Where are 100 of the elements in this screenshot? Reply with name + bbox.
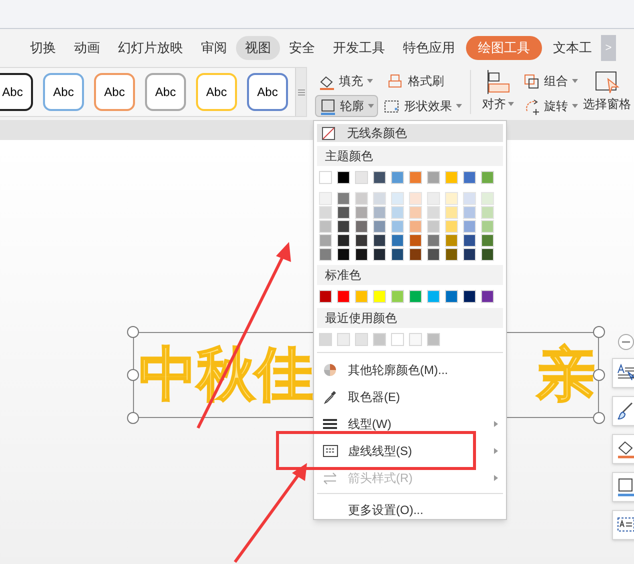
color-swatch[interactable] — [337, 192, 350, 205]
color-swatch[interactable] — [427, 333, 440, 346]
resize-handle[interactable] — [127, 412, 139, 424]
ribbon-button[interactable]: 旋转 — [520, 95, 581, 117]
tab[interactable]: 视图 — [236, 36, 280, 60]
color-swatch[interactable] — [319, 192, 332, 205]
color-swatch[interactable] — [481, 171, 494, 184]
color-swatch[interactable] — [355, 333, 368, 346]
color-swatch[interactable] — [337, 234, 350, 247]
color-swatch[interactable] — [409, 234, 422, 247]
resize-handle[interactable] — [127, 326, 139, 338]
floating-tool-button[interactable] — [612, 434, 634, 464]
color-swatch[interactable] — [409, 290, 422, 303]
menu-item[interactable]: 无线条颜色 — [317, 124, 503, 142]
color-swatch[interactable] — [355, 192, 368, 205]
color-swatch[interactable] — [427, 192, 440, 205]
color-swatch[interactable] — [337, 290, 350, 303]
tab[interactable]: 审阅 — [192, 36, 236, 60]
style-preset[interactable]: Abc — [145, 73, 186, 111]
ribbon-button[interactable]: 填充 — [315, 70, 376, 92]
color-swatch[interactable] — [427, 171, 440, 184]
color-swatch[interactable] — [481, 234, 494, 247]
color-swatch[interactable] — [445, 192, 458, 205]
style-preset[interactable]: Abc — [247, 73, 288, 111]
color-swatch[interactable] — [337, 333, 350, 346]
tab[interactable]: 动画 — [65, 36, 109, 60]
menu-item[interactable]: 其他轮廓颜色(M)... — [314, 356, 506, 383]
collapse-button[interactable] — [618, 334, 634, 350]
color-swatch[interactable] — [337, 220, 350, 233]
color-swatch[interactable] — [463, 220, 476, 233]
color-swatch[interactable] — [391, 220, 404, 233]
color-swatch[interactable] — [481, 192, 494, 205]
color-swatch[interactable] — [463, 234, 476, 247]
color-swatch[interactable] — [445, 171, 458, 184]
color-swatch[interactable] — [373, 248, 386, 261]
floating-tool-button[interactable] — [612, 396, 634, 426]
resize-handle[interactable] — [593, 412, 605, 424]
tab[interactable]: 文本工 — [544, 36, 601, 60]
ribbon-button[interactable]: 选择窗格 — [583, 67, 631, 113]
color-swatch[interactable] — [373, 192, 386, 205]
color-swatch[interactable] — [319, 234, 332, 247]
menu-item[interactable]: 更多设置(O)... — [314, 496, 506, 523]
color-swatch[interactable] — [427, 206, 440, 219]
color-swatch[interactable] — [481, 290, 494, 303]
color-swatch[interactable] — [445, 248, 458, 261]
color-swatch[interactable] — [319, 171, 332, 184]
ribbon-button[interactable]: 格式刷 — [384, 70, 447, 92]
color-swatch[interactable] — [445, 206, 458, 219]
color-swatch[interactable] — [427, 290, 440, 303]
color-swatch[interactable] — [409, 171, 422, 184]
color-swatch[interactable] — [391, 234, 404, 247]
menu-item[interactable]: 线型(W) — [314, 410, 506, 437]
color-swatch[interactable] — [427, 248, 440, 261]
tab[interactable]: 幻灯片放映 — [109, 36, 192, 60]
color-swatch[interactable] — [355, 171, 368, 184]
color-swatch[interactable] — [481, 220, 494, 233]
color-swatch[interactable] — [373, 234, 386, 247]
color-swatch[interactable] — [337, 248, 350, 261]
color-swatch[interactable] — [319, 248, 332, 261]
color-swatch[interactable] — [445, 234, 458, 247]
color-swatch[interactable] — [409, 248, 422, 261]
ribbon-button[interactable]: 对齐 — [476, 67, 520, 113]
color-swatch[interactable] — [373, 333, 386, 346]
color-swatch[interactable] — [463, 248, 476, 261]
ribbon-button[interactable]: 轮廓 — [315, 95, 378, 117]
color-swatch[interactable] — [337, 171, 350, 184]
resize-handle[interactable] — [593, 326, 605, 338]
color-swatch[interactable] — [445, 220, 458, 233]
color-swatch[interactable] — [337, 206, 350, 219]
ribbon-button[interactable]: 形状效果 — [380, 95, 465, 117]
floating-tool-button[interactable] — [612, 510, 634, 540]
color-swatch[interactable] — [355, 290, 368, 303]
color-swatch[interactable] — [391, 290, 404, 303]
color-swatch[interactable] — [463, 192, 476, 205]
color-swatch[interactable] — [463, 171, 476, 184]
menu-item[interactable]: 取色器(E) — [314, 383, 506, 410]
color-swatch[interactable] — [427, 234, 440, 247]
resize-handle[interactable] — [127, 369, 139, 381]
tab[interactable]: 安全 — [280, 36, 324, 60]
ribbon-button[interactable]: 组合 — [520, 70, 581, 92]
color-swatch[interactable] — [319, 220, 332, 233]
floating-tool-button[interactable] — [612, 472, 634, 502]
menu-item[interactable]: 虚线线型(S) — [314, 437, 506, 464]
color-swatch[interactable] — [481, 248, 494, 261]
color-swatch[interactable] — [409, 206, 422, 219]
tab[interactable]: 开发工具 — [324, 36, 394, 60]
style-preset[interactable]: Abc — [43, 73, 84, 111]
color-swatch[interactable] — [355, 234, 368, 247]
color-swatch[interactable] — [355, 206, 368, 219]
color-swatch[interactable] — [391, 192, 404, 205]
color-swatch[interactable] — [319, 290, 332, 303]
style-preset[interactable]: Abc — [196, 73, 237, 111]
color-swatch[interactable] — [373, 220, 386, 233]
color-swatch[interactable] — [391, 206, 404, 219]
color-swatch[interactable] — [319, 333, 332, 346]
color-swatch[interactable] — [373, 171, 386, 184]
color-swatch[interactable] — [409, 333, 422, 346]
color-swatch[interactable] — [373, 206, 386, 219]
color-swatch[interactable] — [391, 248, 404, 261]
color-swatch[interactable] — [355, 248, 368, 261]
